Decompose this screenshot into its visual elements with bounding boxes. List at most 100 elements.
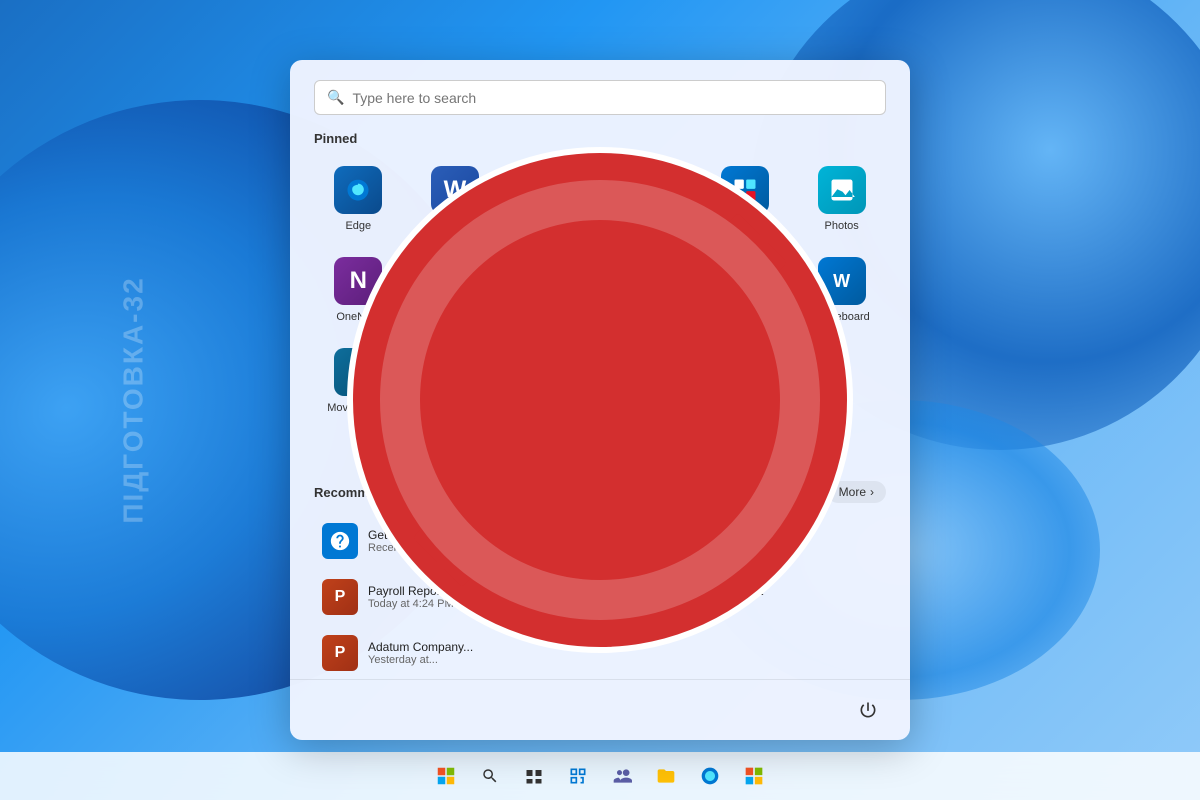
app-powerpoint[interactable]: P PowerPoint (604, 158, 693, 241)
taskbar-teams[interactable] (602, 756, 642, 796)
wb-label: Whiteboard (814, 311, 870, 324)
adatum-icon: P (322, 635, 358, 671)
app-excel[interactable]: X Excel (507, 158, 596, 241)
word-label: Word (442, 220, 468, 233)
power-button[interactable] (850, 692, 886, 728)
app-movies[interactable]: Movies & TV (314, 340, 403, 423)
teams-icon (612, 766, 632, 786)
search-icon: 🔍 (327, 89, 344, 106)
search-input[interactable] (352, 90, 873, 106)
pinned-section: Pinned Edge W Word X (290, 131, 910, 473)
app-onenote[interactable]: N OneNote (314, 249, 403, 332)
linkedin-label: LinkedIn (531, 311, 573, 324)
calc-icon (721, 257, 769, 305)
app-calculator[interactable]: Calculator (701, 249, 790, 332)
adatum-name: Adatum Company... (368, 640, 473, 654)
expense-name: Expense Worksheet (656, 584, 763, 598)
get-started-time: Recently added (368, 542, 444, 554)
expense-icon: X (610, 579, 646, 615)
get-started-name: Get Started (368, 528, 444, 542)
adatum-time: Yesterday at... (368, 654, 473, 666)
taskbar-explorer[interactable] (646, 756, 686, 796)
pinned-label: Pinned (314, 131, 886, 146)
pinned-grid: Edge W Word X Excel P (314, 158, 886, 424)
calc-label: Calculator (720, 311, 770, 324)
wb-icon: W (818, 257, 866, 305)
get-started-icon (322, 523, 358, 559)
movies-label: Movies & TV (327, 402, 389, 415)
explorer-icon (656, 766, 676, 786)
recommended-section: Recommended More › Get Started Recently … (290, 481, 910, 679)
linkedin-icon: in (528, 257, 576, 305)
app-photos[interactable]: Photos (797, 158, 886, 241)
edge-label: Edge (345, 220, 371, 233)
taskbar-start[interactable] (426, 756, 466, 796)
app-word[interactable]: W Word (411, 158, 500, 241)
clock-label: Clock (441, 402, 469, 415)
rec-travel[interactable]: W Travel Itinerary 17m ago (602, 515, 886, 567)
travel-info: Travel Itinerary 17m ago (656, 528, 736, 554)
taskbar (0, 752, 1200, 800)
rec-expense[interactable]: X Expense Worksheet 12h ago (602, 571, 886, 623)
expense-time: 12h ago (656, 598, 763, 610)
app-settings[interactable]: Settings (604, 249, 693, 332)
power-icon (858, 700, 878, 720)
photos-label: Photos (825, 220, 859, 233)
payroll-info: Payroll Report Today at 4:24 PM (368, 584, 454, 610)
taskbar-edge[interactable] (690, 756, 730, 796)
msstore-label: Microsoft Store (708, 220, 782, 233)
travel-icon: W (610, 523, 646, 559)
search-bar[interactable]: 🔍 (314, 80, 886, 115)
start-menu-bottom (290, 679, 910, 740)
payroll-time: Today at 4:24 PM (368, 598, 454, 610)
edge-taskbar-icon (700, 766, 720, 786)
todo-icon (431, 257, 479, 305)
app-msstore[interactable]: Microsoft Store (701, 158, 790, 241)
word-icon: W (431, 166, 479, 214)
taskbar-taskview[interactable] (514, 756, 554, 796)
onenote-label: OneNote (336, 311, 380, 324)
taskbar-search-icon (481, 767, 499, 785)
windows-icon (437, 767, 455, 785)
app-edge[interactable]: Edge (314, 158, 403, 241)
widgets-icon (568, 766, 588, 786)
start-menu: 🔍 Pinned Edge W Word (290, 60, 910, 740)
app-whiteboard[interactable]: W Whiteboard (797, 249, 886, 332)
desktop-background: ПІДГОТОВКА-32 🔍 Pinned Edge W (0, 0, 1200, 800)
expense-info: Expense Worksheet 12h ago (656, 584, 763, 610)
clock-icon (431, 348, 479, 396)
travel-name: Travel Itinerary (656, 528, 736, 542)
adatum-info: Adatum Company... Yesterday at... (368, 640, 473, 666)
app-clock[interactable]: Clock (411, 340, 500, 423)
app-todo[interactable]: To Do (411, 249, 500, 332)
taskbar-widgets[interactable] (558, 756, 598, 796)
onenote-icon: N (334, 257, 382, 305)
excel-icon: X (528, 166, 576, 214)
taskview-icon (525, 767, 543, 785)
edge-icon (334, 166, 382, 214)
recommended-grid: Get Started Recently added W Travel Itin… (314, 515, 886, 679)
payroll-name: Payroll Report (368, 584, 454, 598)
taskbar-search[interactable] (470, 756, 510, 796)
ppt-icon: P (624, 166, 672, 214)
store-icon (721, 166, 769, 214)
settings-icon (624, 257, 672, 305)
todo-label: To Do (441, 311, 470, 324)
rec-get-started[interactable]: Get Started Recently added (314, 515, 598, 567)
movies-icon (334, 348, 382, 396)
app-linkedin[interactable]: in LinkedIn (507, 249, 596, 332)
taskbar-store[interactable] (734, 756, 774, 796)
more-button[interactable]: More › (827, 481, 886, 503)
recommended-header: Recommended More › (314, 481, 886, 503)
photos-icon (818, 166, 866, 214)
get-started-info: Get Started Recently added (368, 528, 444, 554)
ppt-label: PowerPoint (620, 220, 676, 233)
excel-label: Excel (538, 220, 565, 233)
recommended-label: Recommended (314, 485, 407, 500)
payroll-icon: P (322, 579, 358, 615)
settings-label: Settings (628, 311, 668, 324)
rec-adatum[interactable]: P Adatum Company... Yesterday at... (314, 627, 598, 679)
rec-payroll[interactable]: P Payroll Report Today at 4:24 PM (314, 571, 598, 623)
store-taskbar-icon (744, 766, 764, 786)
chevron-right-icon: › (870, 485, 874, 499)
